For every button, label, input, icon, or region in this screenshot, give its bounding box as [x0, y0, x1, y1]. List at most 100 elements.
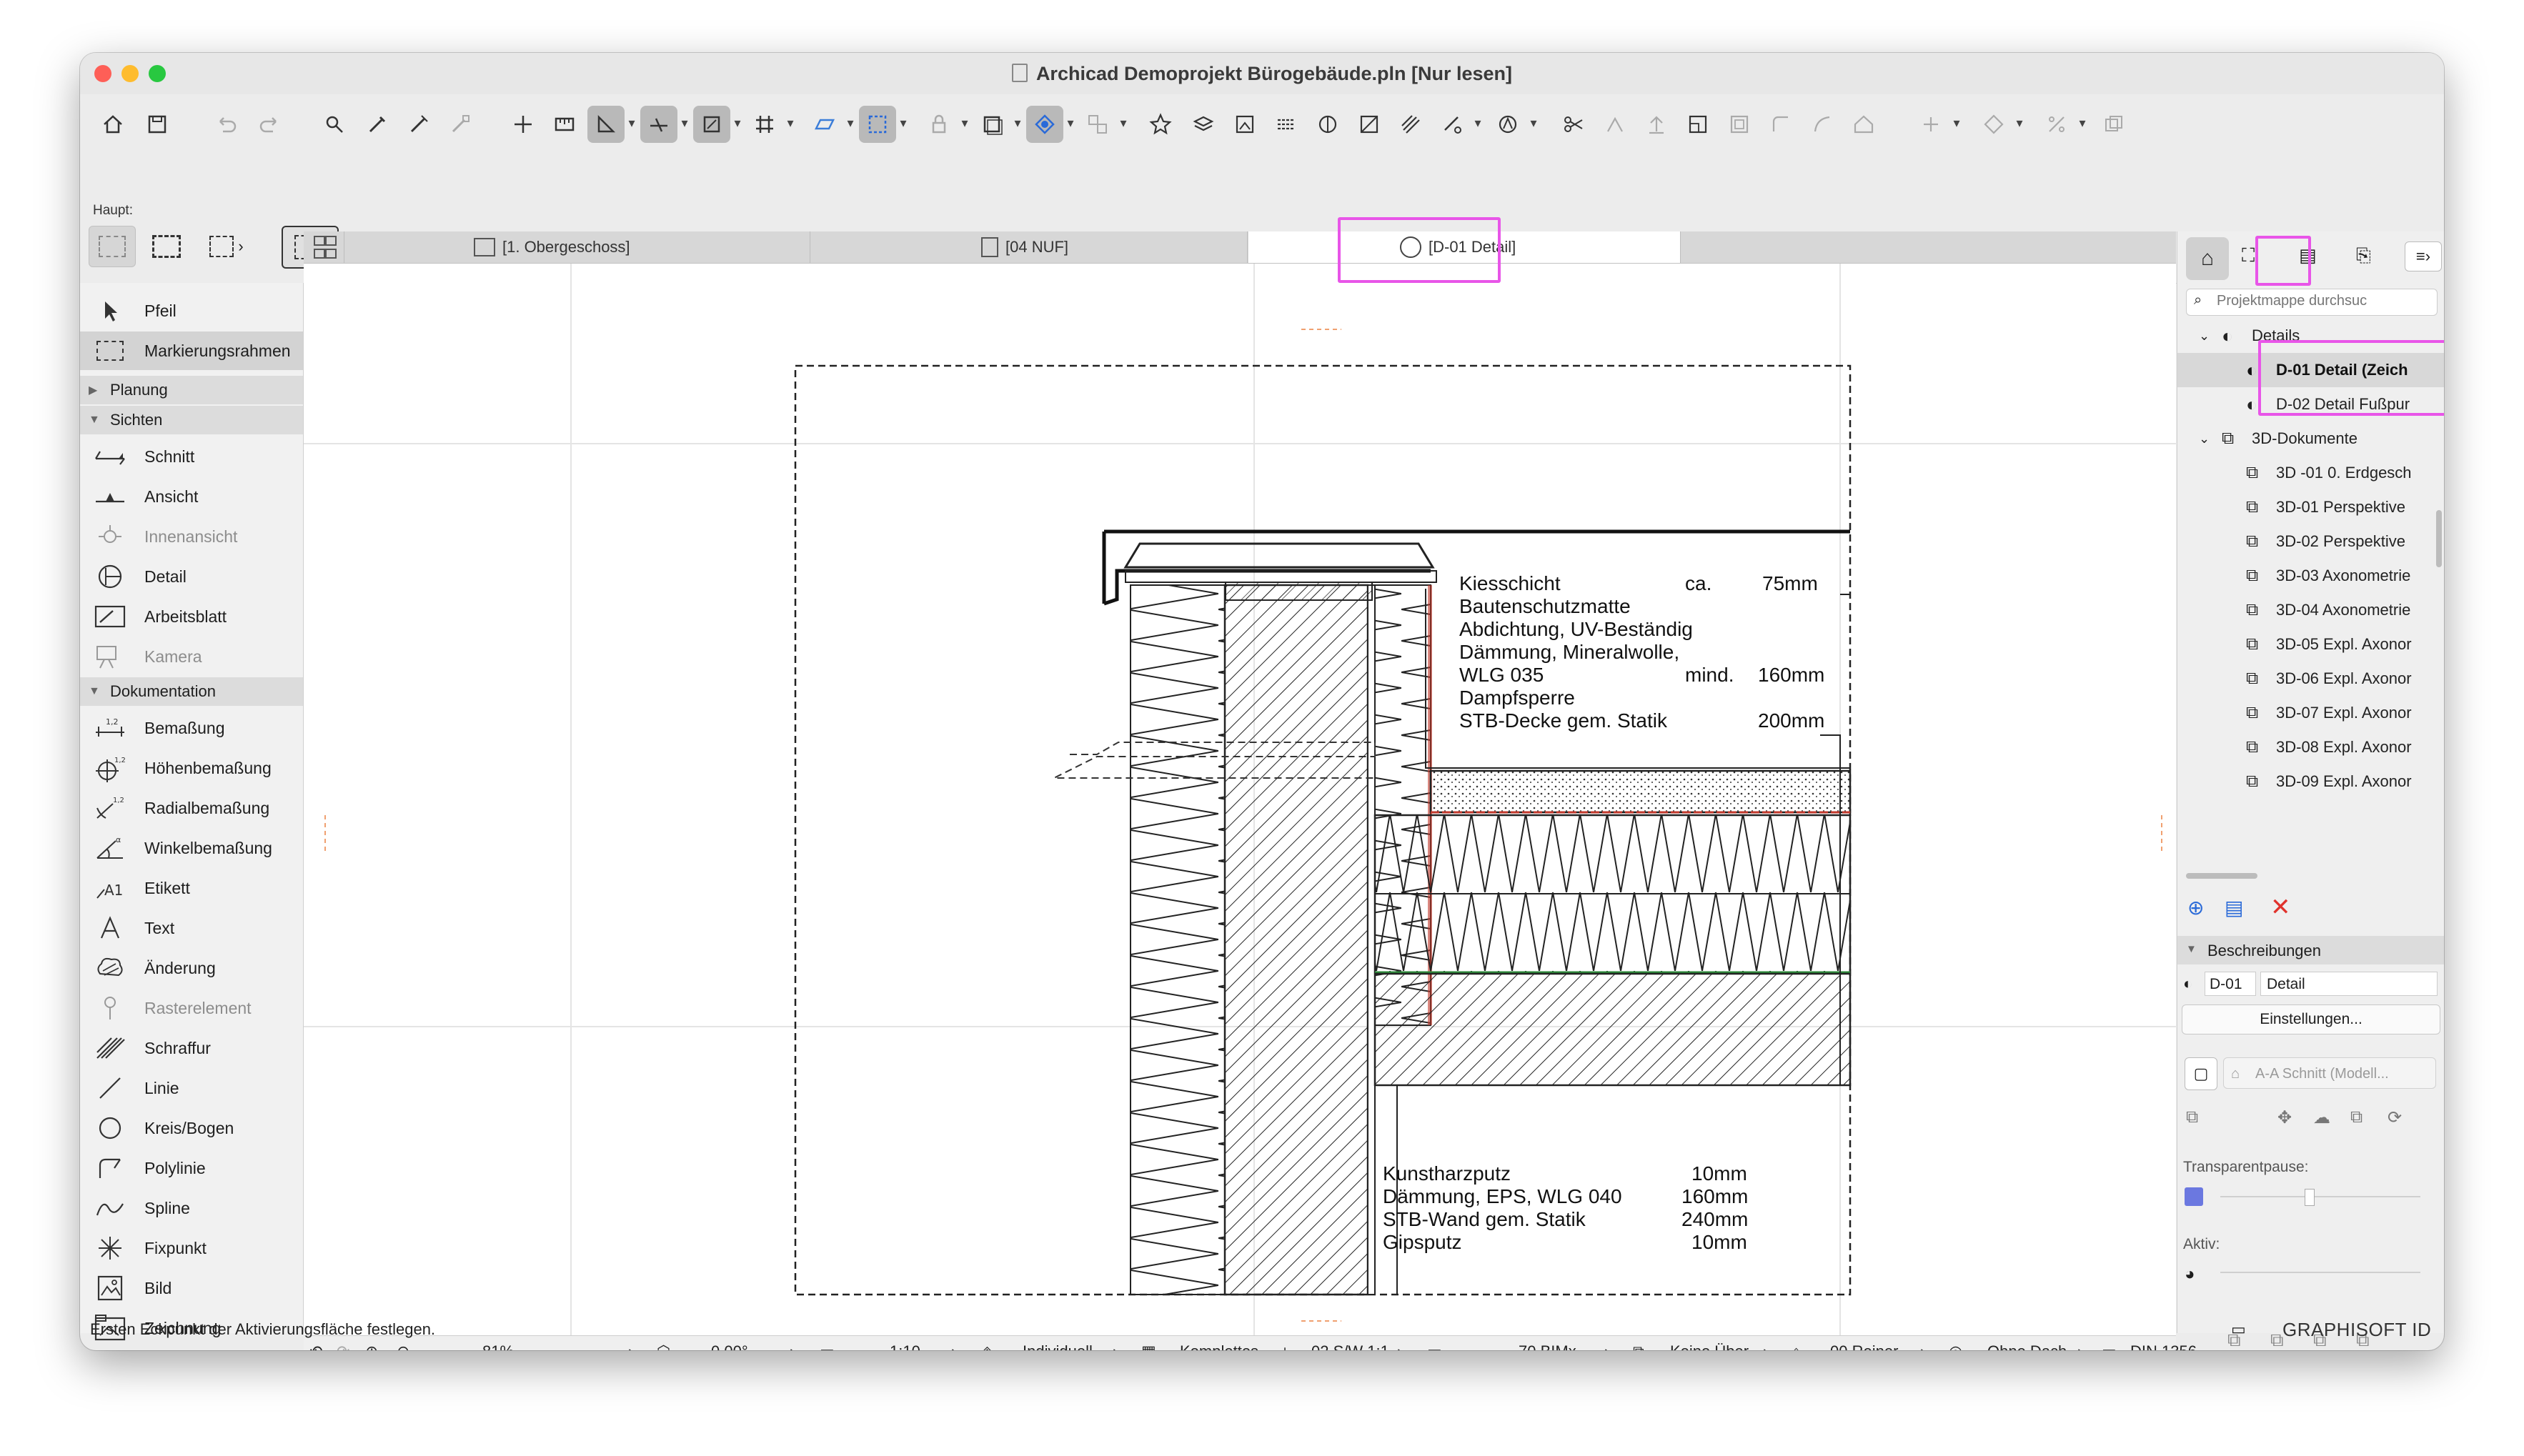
pen-set-value[interactable]: 02 S/W 1:1... — [1311, 1342, 1402, 1350]
marquee-geometry-button[interactable]: › — [197, 226, 256, 267]
chevron-right-icon[interactable]: › — [2077, 1342, 2082, 1350]
rotate-dropdown-arrow[interactable]: ▾ — [2014, 116, 2025, 133]
tool-camera[interactable]: Kamera — [80, 637, 303, 676]
magic-wand-button[interactable] — [442, 106, 479, 143]
section-planung[interactable]: ▶ Planung — [80, 376, 303, 404]
model-view-value[interactable]: Komplettes... — [1180, 1342, 1271, 1350]
active-color-icon[interactable]: ◕ — [2185, 1265, 2195, 1285]
pens-button[interactable] — [1309, 106, 1346, 143]
trace-color-swatch[interactable] — [2185, 1187, 2203, 1206]
lines-button[interactable] — [1268, 106, 1305, 143]
marquee-all-floors-button[interactable] — [143, 226, 190, 267]
fills-button[interactable] — [1392, 106, 1429, 143]
tree-folder-3d-documents[interactable]: ⌄ ⧉ 3D-Dokumente — [2177, 422, 2444, 456]
curve-button[interactable] — [1804, 106, 1841, 143]
tool-circle-arc[interactable]: Kreis/Bogen — [80, 1109, 303, 1147]
tree-vertical-scrollbar[interactable] — [2436, 510, 2442, 567]
tool-level-dimension[interactable]: 1,2 Höhenbemaßung — [80, 749, 303, 787]
snap-guides-button[interactable] — [640, 106, 677, 143]
chevron-right-icon[interactable]: › — [790, 1342, 795, 1350]
zoom-in-icon[interactable]: ⊕ — [365, 1342, 378, 1350]
layer-combo-value[interactable]: Individuell — [1023, 1342, 1093, 1350]
tree-item-3d-doc[interactable]: ⧉ 3D -01 0. Erdgesch — [2177, 456, 2444, 490]
tool-radial-dimension[interactable]: 1,2 Radialbemaßung — [80, 789, 303, 827]
tool-spline[interactable]: Spline — [80, 1189, 303, 1227]
swap-icon[interactable]: ⧉ — [2270, 1329, 2284, 1350]
zoom-value[interactable]: 81% — [482, 1342, 514, 1350]
layer-dropdown-arrow[interactable]: ▾ — [1012, 116, 1023, 133]
tree-item-3d-doc[interactable]: ⧉ 3D-02 Perspektive — [2177, 524, 2444, 559]
duplicate-button[interactable] — [2095, 106, 2132, 143]
save-button[interactable] — [139, 106, 176, 143]
suspend-groups-button[interactable] — [1026, 106, 1063, 143]
chevron-right-icon[interactable]: › — [628, 1342, 633, 1350]
tool-figure[interactable]: Bild — [80, 1269, 303, 1307]
resize-button[interactable] — [1679, 106, 1716, 143]
panel-toggle-icon[interactable]: ▭ — [2231, 1320, 2246, 1339]
project-map-button[interactable]: ⌂ — [2186, 237, 2229, 280]
lock-dropdown-arrow[interactable]: ▾ — [959, 116, 970, 133]
search-input[interactable] — [2215, 292, 2433, 310]
marquee-toggle-button[interactable] — [859, 106, 896, 143]
undo-button[interactable] — [207, 106, 244, 143]
zoom-forward-icon[interactable]: ⟳ — [337, 1342, 349, 1350]
tree-item-3d-doc[interactable]: ⧉ 3D-08 Expl. Axonor — [2177, 730, 2444, 764]
syringe-button[interactable] — [400, 106, 437, 143]
cross-cursor-button[interactable] — [505, 106, 542, 143]
tool-grid-element[interactable]: Rasterelement — [80, 989, 303, 1027]
tool-polyline[interactable]: Polylinie — [80, 1149, 303, 1187]
marquee-single-floor-button[interactable] — [89, 226, 136, 267]
tool-angle-dimension[interactable]: α Winkelbemaßung — [80, 829, 303, 867]
tool-line[interactable]: Linie — [80, 1069, 303, 1107]
tool-arrow[interactable]: Pfeil — [80, 291, 303, 330]
tab-schedule[interactable]: [04 NUF] — [811, 231, 1248, 263]
view-map-button[interactable]: ⛶ — [2242, 244, 2255, 267]
adjust-button[interactable] — [1596, 106, 1634, 143]
move-button[interactable] — [1912, 106, 1949, 143]
cloud-icon[interactable]: ☁ — [2313, 1107, 2330, 1128]
search-box[interactable]: ⌕ — [2186, 289, 2438, 316]
active-slider[interactable] — [2220, 1272, 2420, 1273]
tool-section[interactable]: Schnitt — [80, 437, 303, 476]
chevron-right-icon[interactable]: › — [1763, 1342, 1768, 1350]
angle-value[interactable]: 0,00° — [711, 1342, 748, 1350]
chevron-right-icon[interactable]: › — [951, 1342, 956, 1350]
fit-window-icon[interactable]: ⊙ — [397, 1342, 409, 1350]
tab-overview-button[interactable] — [304, 231, 344, 263]
layer-settings-button[interactable] — [973, 106, 1010, 143]
chevron-right-icon[interactable]: › — [1920, 1342, 1925, 1350]
composites-dropdown-arrow[interactable]: ▾ — [1528, 116, 1539, 133]
refresh-icon[interactable]: ⟳ — [2388, 1107, 2402, 1128]
snap-points-dropdown-arrow[interactable]: ▾ — [732, 116, 743, 133]
eyedropper-button[interactable] — [359, 106, 396, 143]
tool-hotspot[interactable]: Fixpunkt — [80, 1229, 303, 1267]
transparency-slider-handle[interactable] — [2305, 1189, 2315, 1206]
tool-label-tool[interactable]: A1 Etikett — [80, 869, 303, 907]
tree-item-3d-doc[interactable]: ⧉ 3D-01 Perspektive — [2177, 490, 2444, 524]
scale-value[interactable]: 1:10 — [890, 1342, 920, 1350]
group-button[interactable] — [1079, 106, 1116, 143]
percent-button[interactable] — [2038, 106, 2075, 143]
chevron-right-icon[interactable]: › — [1397, 1342, 1402, 1350]
tool-fill[interactable]: Schraffur — [80, 1029, 303, 1067]
tool-detail[interactable]: Detail — [80, 557, 303, 596]
section-dokumentation[interactable]: ▼ Dokumentation — [80, 677, 303, 706]
snap-guides-dropdown-arrow[interactable]: ▾ — [679, 116, 690, 133]
link-source-icon[interactable]: ⧉ — [2186, 1107, 2198, 1127]
tree-item-3d-doc[interactable]: ⧉ 3D-04 Axonometrie — [2177, 593, 2444, 627]
building-materials-button[interactable] — [1434, 106, 1471, 143]
source-view-button[interactable]: ▢ — [2185, 1057, 2217, 1090]
publisher-button[interactable]: ⎘ — [2356, 244, 2371, 267]
structure-value[interactable]: Ohne Dach... — [1987, 1342, 2080, 1350]
ruler-button[interactable] — [546, 106, 583, 143]
delete-button[interactable]: ✕ — [2270, 893, 2291, 922]
rotate-button[interactable] — [1975, 106, 2012, 143]
dim-standard-value[interactable]: 70 BIMx — [1519, 1342, 1576, 1350]
plane-button[interactable] — [806, 106, 843, 143]
offset-button[interactable] — [1721, 106, 1758, 143]
elevate-button[interactable] — [1638, 106, 1675, 143]
grid-snap-dropdown-arrow[interactable]: ▾ — [785, 116, 796, 133]
split-button[interactable] — [1555, 106, 1592, 143]
lock-button[interactable] — [920, 106, 958, 143]
source-view-field[interactable]: ⌂ A-A Schnitt (Modell... — [2223, 1057, 2436, 1089]
